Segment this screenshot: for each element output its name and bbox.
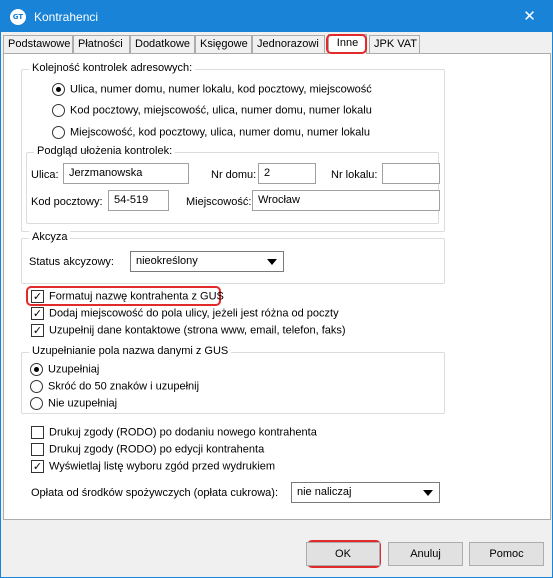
excise-status-label: Status akcyzowy: xyxy=(29,256,114,268)
city-field[interactable]: Wrocław xyxy=(252,190,440,211)
gus-fill-group: Uzupełnianie pola nazwa danymi z GUS Uzu… xyxy=(21,345,445,414)
tab-jpk-vat[interactable]: JPK VAT xyxy=(369,35,420,54)
address-order-option-2-label: Kod pocztowy, miejscowość, ulica, numer … xyxy=(70,104,372,117)
print-rodo-edit-label: Drukuj zgody (RODO) po edycji kontrahent… xyxy=(49,443,265,456)
print-rodo-edit-checkbox[interactable]: Drukuj zgody (RODO) po edycji kontrahent… xyxy=(31,443,264,456)
tab-dodatkowe[interactable]: Dodatkowe xyxy=(130,35,195,54)
tab-jednorazowi[interactable]: Jednorazowi xyxy=(252,35,325,54)
excise-legend: Akcyza xyxy=(29,231,71,243)
postal-code-field[interactable]: 54-519 xyxy=(108,190,169,211)
format-name-label: Formatuj nazwę kontrahenta z GUS xyxy=(49,290,224,303)
close-icon[interactable]: ✕ xyxy=(507,1,552,32)
gus-fill-option-2[interactable]: Skróć do 50 znaków i uzupełnij xyxy=(30,380,199,393)
radio-selected-icon xyxy=(30,363,43,376)
show-consent-list-label: Wyświetlaj listę wyboru zgód przed wydru… xyxy=(49,460,276,473)
tab-panel-inne: Kolejność kontrolek adresowych: Ulica, n… xyxy=(3,53,551,520)
address-order-option-3-label: Miejscowość, kod pocztowy, ulica, numer … xyxy=(70,126,370,139)
chevron-down-icon xyxy=(423,490,433,496)
radio-unselected-icon xyxy=(30,397,43,410)
gus-fill-option-3-label: Nie uzupełniaj xyxy=(48,397,118,410)
house-number-label: Nr domu: xyxy=(211,169,257,181)
radio-unselected-icon xyxy=(52,104,65,117)
apartment-number-label: Nr lokalu: xyxy=(331,169,378,181)
radio-selected-icon xyxy=(52,83,65,96)
checkbox-empty-icon xyxy=(31,443,44,456)
tab-podstawowe[interactable]: Podstawowe xyxy=(3,35,73,54)
cancel-button[interactable]: Anuluj xyxy=(388,542,463,566)
address-order-option-2[interactable]: Kod pocztowy, miejscowość, ulica, numer … xyxy=(52,104,372,117)
fill-contacts-checkbox[interactable]: ✓ Uzupełnij dane kontaktowe (strona www, … xyxy=(31,324,346,337)
excise-status-value: nieokreślony xyxy=(136,255,198,267)
help-button[interactable]: Pomoc xyxy=(469,542,544,566)
fill-contacts-label: Uzupełnij dane kontaktowe (strona www, e… xyxy=(49,324,346,337)
preview-group: Podgląd ułożenia kontrolek: Ulica: Jerzm… xyxy=(26,145,440,224)
app-logo-icon: GT xyxy=(10,9,26,25)
dialog-window: GT Kontrahenci ✕ Podstawowe Płatności Do… xyxy=(0,0,553,578)
gus-fill-option-3[interactable]: Nie uzupełniaj xyxy=(30,397,117,410)
excise-status-select[interactable]: nieokreślony xyxy=(130,251,284,272)
address-order-legend: Kolejność kontrolek adresowych: xyxy=(29,62,196,74)
print-rodo-new-label: Drukuj zgody (RODO) po dodaniu nowego ko… xyxy=(49,426,317,439)
radio-unselected-icon xyxy=(30,380,43,393)
preview-legend: Podgląd ułożenia kontrolek: xyxy=(34,145,176,157)
tab-ksiegowe[interactable]: Księgowe xyxy=(195,35,252,54)
gus-fill-legend: Uzupełnianie pola nazwa danymi z GUS xyxy=(29,345,232,357)
gus-fill-option-2-label: Skróć do 50 znaków i uzupełnij xyxy=(48,380,200,393)
gus-fill-option-1-label: Uzupełniaj xyxy=(48,363,100,376)
postal-code-label: Kod pocztowy: xyxy=(31,196,103,208)
add-city-label: Dodaj miejscowość do pola ulicy, jeżeli … xyxy=(49,307,339,320)
checkmark-icon: ✓ xyxy=(31,307,44,320)
checkmark-icon: ✓ xyxy=(31,290,44,303)
add-city-checkbox[interactable]: ✓ Dodaj miejscowość do pola ulicy, jeżeli… xyxy=(31,307,339,320)
street-label: Ulica: xyxy=(31,169,59,181)
ok-button[interactable]: OK xyxy=(306,542,380,566)
sugar-fee-label: Opłata od środków spożywczych (opłata cu… xyxy=(31,487,278,499)
city-label: Miejscowość: xyxy=(186,196,252,208)
gus-fill-option-1[interactable]: Uzupełniaj xyxy=(30,363,99,376)
address-order-option-1[interactable]: Ulica, numer domu, numer lokalu, kod poc… xyxy=(52,83,372,96)
tab-platnosci[interactable]: Płatności xyxy=(73,35,130,54)
radio-unselected-icon xyxy=(52,126,65,139)
format-name-checkbox[interactable]: ✓ Formatuj nazwę kontrahenta z GUS xyxy=(31,290,224,303)
show-consent-list-checkbox[interactable]: ✓ Wyświetlaj listę wyboru zgód przed wydr… xyxy=(31,460,275,473)
address-order-group: Kolejność kontrolek adresowych: Ulica, n… xyxy=(21,62,445,232)
sugar-fee-value: nie naliczaj xyxy=(297,486,352,498)
sugar-fee-select[interactable]: nie naliczaj xyxy=(291,482,440,503)
tab-inne-highlight xyxy=(326,34,367,54)
address-order-option-1-label: Ulica, numer domu, numer lokalu, kod poc… xyxy=(70,83,372,96)
address-order-option-3[interactable]: Miejscowość, kod pocztowy, ulica, numer … xyxy=(52,126,370,139)
chevron-down-icon xyxy=(267,259,277,265)
street-field[interactable]: Jerzmanowska xyxy=(63,163,189,184)
print-rodo-new-checkbox[interactable]: Drukuj zgody (RODO) po dodaniu nowego ko… xyxy=(31,426,317,439)
checkbox-empty-icon xyxy=(31,426,44,439)
apartment-number-field[interactable] xyxy=(382,163,440,184)
window-title: Kontrahenci xyxy=(34,10,99,24)
excise-group: Akcyza Status akcyzowy: nieokreślony xyxy=(21,231,445,284)
checkmark-icon: ✓ xyxy=(31,460,44,473)
tab-strip: Podstawowe Płatności Dodatkowe Księgowe … xyxy=(3,34,551,54)
title-bar: GT Kontrahenci ✕ xyxy=(1,1,552,32)
checkmark-icon: ✓ xyxy=(31,324,44,337)
house-number-field[interactable]: 2 xyxy=(258,163,316,184)
